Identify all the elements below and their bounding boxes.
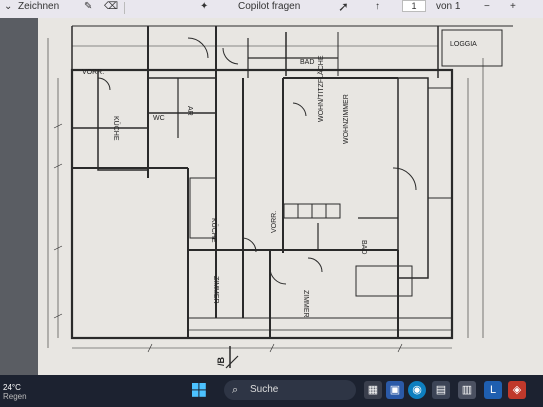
zoom-in-button[interactable]: + [510,1,516,12]
label-vorr-mid: VORR. [271,211,278,233]
floor-plan-page: LOGGIA BAD VORR. KÜCHE AR WC WOHN/TITZFL… [38,18,543,375]
floor-plan-drawing: LOGGIA BAD VORR. KÜCHE AR WC WOHN/TITZFL… [47,25,513,369]
pen-icon[interactable]: ✎ [84,1,92,12]
label-bad-top: BAD [300,59,314,66]
label-bad-mid: BAD [360,240,367,254]
label-vorr-top: VORR. [82,69,104,76]
label-kuche-mid: KÜCHE [210,218,218,243]
search-placeholder: Suche [250,384,279,395]
section-marker: /B [216,356,226,366]
file-explorer-icon[interactable]: ▦ [364,381,382,399]
copilot-icon[interactable]: ✦ [200,1,208,12]
app-toolbar: ⌄ Zeichnen ✎ ⌫ ✦ Copilot fragen ➚ ↑ 1 vo… [0,0,543,18]
photos-icon[interactable]: ▤ [432,381,450,399]
app-l-icon[interactable]: L [484,381,502,399]
weather-widget[interactable]: 24°C Regen [3,383,27,401]
store-icon[interactable]: ▥ [458,381,476,399]
page-number-input[interactable]: 1 [402,0,426,12]
eraser-icon[interactable]: ⌫ [104,1,118,12]
teams-icon[interactable]: ▣ [386,381,404,399]
label-wc: WC [153,115,165,122]
weather-temp: 24°C [3,383,21,392]
copilot-button[interactable]: Copilot fragen [238,1,300,12]
draw-button[interactable]: Zeichnen [18,1,59,12]
label-loggia: LOGGIA [450,41,477,48]
label-zimmer-left: ZIMMER [212,276,219,304]
taskbar-search[interactable]: ⌕ Suche [224,380,356,400]
label-ar: AR [186,106,193,116]
label-kuche-top: KÜCHE [112,116,120,141]
label-wohnzimmer: WOHNZIMMER [343,94,350,144]
taskbar: 24°C Regen ⌕ Suche ▦ ▣ ◉ ▤ ▥ L ◈ [0,375,543,407]
loggia-room [441,29,503,67]
windows-start-icon[interactable] [190,381,208,399]
label-wohn-kuche: WOHN/TITZFLÄCHE [317,55,325,122]
outer-wall [70,68,454,340]
zoom-out-button[interactable]: − [484,1,490,12]
document-viewer[interactable]: LOGGIA BAD VORR. KÜCHE AR WC WOHN/TITZFL… [0,18,543,375]
toolbar-divider [124,2,125,14]
chevron-down-icon[interactable]: ⌄ [4,1,12,12]
page-total-label: von 1 [436,1,461,12]
mouse-cursor-icon: ➚ [338,0,349,14]
page-up-icon[interactable]: ↑ [375,1,380,12]
weather-condition: Regen [3,392,27,401]
edge-icon[interactable]: ◉ [408,381,426,399]
label-zimmer-right: ZIMMER [302,290,309,318]
search-icon: ⌕ [232,384,239,396]
office-icon[interactable]: ◈ [508,381,526,399]
